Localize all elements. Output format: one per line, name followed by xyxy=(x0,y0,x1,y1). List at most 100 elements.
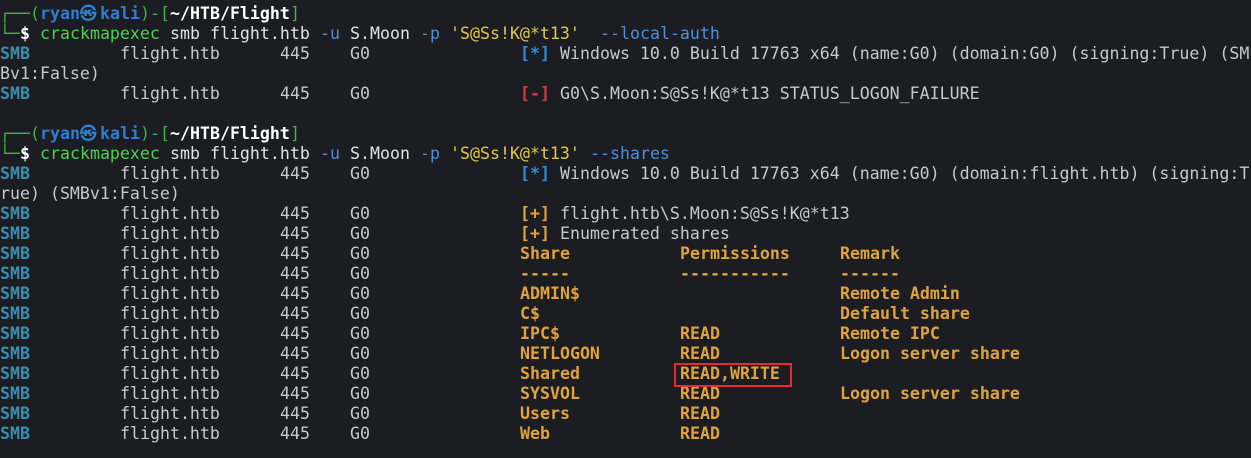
share-row: SMB flight.htb 445 G0 IPC$ READ Remote IPC xyxy=(0,324,1251,344)
smb-port: 445 xyxy=(280,284,310,303)
fail-tag: [-] xyxy=(520,84,550,103)
header-share: Share xyxy=(520,244,570,263)
smb-host: flight.htb xyxy=(120,324,220,343)
output-text: G0\S.Moon:S@Ss!K@*t13 STATUS_LOGON_FAILU… xyxy=(560,84,980,103)
smb-port: 445 xyxy=(280,364,310,383)
smb-port: 445 xyxy=(280,324,310,343)
smb-name: G0 xyxy=(350,384,370,403)
smb-name: G0 xyxy=(350,224,370,243)
smb-port: 445 xyxy=(280,224,310,243)
smb-proto: SMB xyxy=(0,304,30,323)
command-flag-p: -p xyxy=(420,24,440,43)
prompt-close: ] xyxy=(290,4,300,23)
smb-name: G0 xyxy=(350,364,370,383)
command-extra: --local-auth xyxy=(600,24,720,43)
prompt-at-icon: ㉿ xyxy=(80,4,97,23)
output-row: SMB flight.htb 445 G0 [+] flight.htb\S.Moon:S… xyxy=(0,204,1251,224)
smb-port: 445 xyxy=(280,404,310,423)
command-extra: --shares xyxy=(590,144,670,163)
smb-proto: SMB xyxy=(0,224,30,243)
prompt-path: ~/HTB/Flight xyxy=(170,4,290,23)
smb-proto: SMB xyxy=(0,404,30,423)
command-exe: crackmapexec xyxy=(40,144,160,163)
command-args: smb flight.htb xyxy=(170,144,310,163)
share-row: SMB flight.htb 445 G0 ADMIN$ Remote Admin xyxy=(0,284,1251,304)
output-text-wrap: Bv1:False) xyxy=(0,64,100,83)
smb-name: G0 xyxy=(350,424,370,443)
smb-proto: SMB xyxy=(0,384,30,403)
share-row: SMB flight.htb 445 G0 NETLOGON READ Logon serv… xyxy=(0,344,1251,364)
smb-host: flight.htb xyxy=(120,244,220,263)
smb-proto: SMB xyxy=(0,424,30,443)
share-row: SMB flight.htb 445 G0 C$ Default share xyxy=(0,304,1251,324)
command-line-1[interactable]: └─ $ crackmapexec smb flight.htb -u S.Moon -p '… xyxy=(0,24,1251,44)
smb-port: 445 xyxy=(280,264,310,283)
shares-header-row: SMB flight.htb 445 G0 Share Permissions Remark xyxy=(0,244,1251,264)
prompt-corner: ┌──( xyxy=(0,124,40,143)
output-text-wrap: rue) (SMBv1:False) xyxy=(0,184,180,203)
smb-port: 445 xyxy=(280,304,310,323)
share-name: C$ xyxy=(520,304,540,323)
share-remark: Logon server share xyxy=(840,384,1020,403)
smb-port: 445 xyxy=(280,164,310,183)
smb-proto: SMB xyxy=(0,44,30,63)
command-password: 'S@Ss!K@*t13' xyxy=(450,24,580,43)
info-tag: [*] xyxy=(520,164,550,183)
smb-host: flight.htb xyxy=(120,84,220,103)
share-permissions: READ xyxy=(680,324,720,343)
prompt-corner-bottom: └─ xyxy=(0,24,20,43)
command-password: 'S@Ss!K@*t13' xyxy=(450,144,580,163)
prompt-corner: ┌──( xyxy=(0,4,40,23)
smb-proto: SMB xyxy=(0,284,30,303)
prompt-user: ryan xyxy=(40,4,80,23)
smb-port: 445 xyxy=(280,44,310,63)
smb-host: flight.htb xyxy=(120,164,220,183)
share-remark: Default share xyxy=(840,304,970,323)
smb-proto: SMB xyxy=(0,204,30,223)
smb-proto: SMB xyxy=(0,84,30,103)
share-name: Shared xyxy=(520,364,580,383)
header-permissions: Permissions xyxy=(680,244,790,263)
command-line-2[interactable]: └─ $ crackmapexec smb flight.htb -u S.Moon -p '… xyxy=(0,144,1251,164)
header-remark: Remark xyxy=(840,244,900,263)
smb-host: flight.htb xyxy=(120,264,220,283)
output-row-wrap: Bv1:False) xyxy=(0,64,1251,84)
smb-proto: SMB xyxy=(0,364,30,383)
smb-host: flight.htb xyxy=(120,424,220,443)
command-flag-u: -u xyxy=(320,24,340,43)
command-args: smb flight.htb xyxy=(170,24,310,43)
command-exe: crackmapexec xyxy=(40,24,160,43)
smb-port: 445 xyxy=(280,244,310,263)
prompt-user: ryan xyxy=(40,124,80,143)
smb-host: flight.htb xyxy=(120,304,220,323)
smb-name: G0 xyxy=(350,304,370,323)
smb-port: 445 xyxy=(280,84,310,103)
smb-port: 445 xyxy=(280,424,310,443)
share-name: ADMIN$ xyxy=(520,284,580,303)
smb-name: G0 xyxy=(350,164,370,183)
prompt-mid: )-[ xyxy=(140,124,170,143)
command-flag-p: -p xyxy=(420,144,440,163)
smb-proto: SMB xyxy=(0,324,30,343)
share-name: SYSVOL xyxy=(520,384,580,403)
output-row: SMB flight.htb 445 G0 [*] Windows 10.0 Build … xyxy=(0,164,1251,184)
smb-host: flight.htb xyxy=(120,384,220,403)
prompt-host: kali xyxy=(100,4,140,23)
share-permissions: READ xyxy=(680,404,720,423)
smb-host: flight.htb xyxy=(120,404,220,423)
dash-share: ----- xyxy=(520,264,570,283)
smb-host: flight.htb xyxy=(120,204,220,223)
prompt-mid: )-[ xyxy=(140,4,170,23)
output-text: flight.htb\S.Moon:S@Ss!K@*t13 xyxy=(560,204,850,223)
output-row: SMB flight.htb 445 G0 [*] Windows 10.0 Build … xyxy=(0,44,1251,64)
output-text: Windows 10.0 Build 17763 x64 (name:G0) (… xyxy=(560,164,1250,183)
terminal-window[interactable]: ┌──(ryan ㉿ kali)-[~/HTB/Flight] └─ $ crackma… xyxy=(0,0,1251,458)
command-user: S.Moon xyxy=(350,24,410,43)
prompt-close: ] xyxy=(290,124,300,143)
command-user: S.Moon xyxy=(350,144,410,163)
shares-dash-row: SMB flight.htb 445 G0 ----- ----------- ------ xyxy=(0,264,1251,284)
smb-proto: SMB xyxy=(0,264,30,283)
output-row-wrap: rue) (SMBv1:False) xyxy=(0,184,1251,204)
dash-permissions: ----------- xyxy=(680,264,790,283)
smb-proto: SMB xyxy=(0,344,30,363)
